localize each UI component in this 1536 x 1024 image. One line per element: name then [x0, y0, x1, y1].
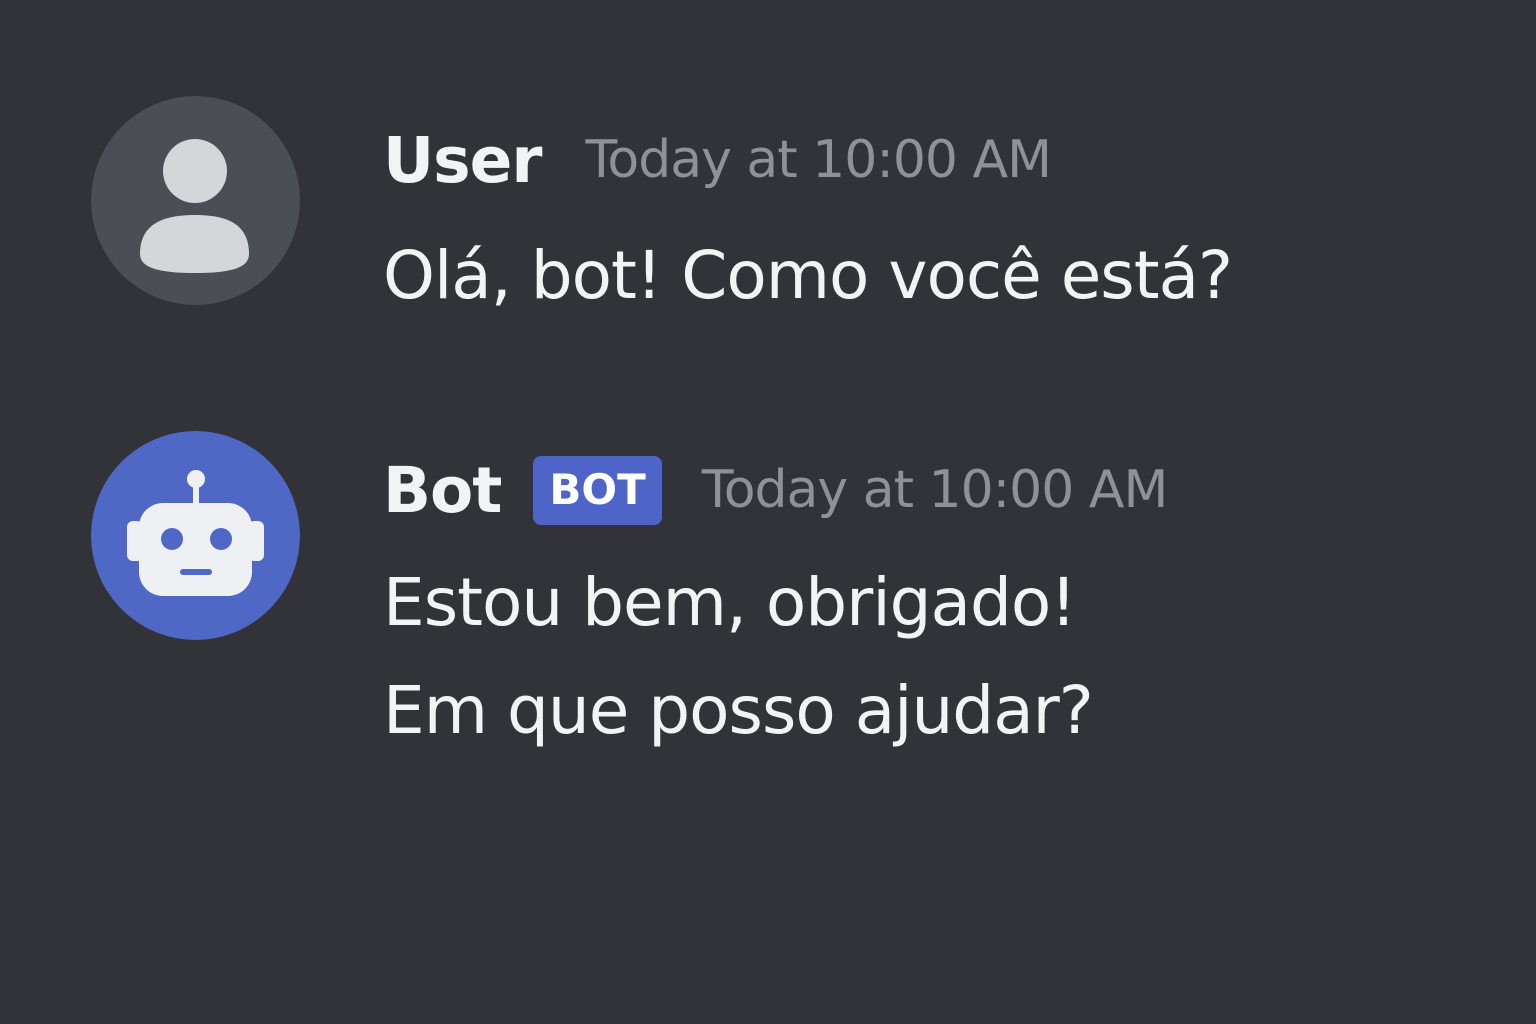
robot-icon [91, 431, 300, 640]
avatar[interactable] [91, 96, 300, 305]
message-header: User Today at 10:00 AM [383, 98, 1483, 222]
message-text-line: Estou bem, obrigado! [383, 564, 1077, 641]
message-text-line: Em que posso ajudar? [383, 672, 1094, 749]
chat-message-list: User Today at 10:00 AM Olá, bot! Como vo… [0, 0, 1536, 1024]
message-content: Bot BOT Today at 10:00 AM Estou bem, obr… [383, 431, 1483, 765]
timestamp: Today at 10:00 AM [585, 130, 1052, 190]
message-content: User Today at 10:00 AM Olá, bot! Como vo… [383, 96, 1483, 330]
username[interactable]: User [383, 129, 542, 192]
user-silhouette-icon [91, 96, 300, 305]
timestamp: Today at 10:00 AM [701, 460, 1169, 520]
username[interactable]: Bot [383, 459, 502, 522]
avatar[interactable] [91, 431, 300, 640]
message-text: Olá, bot! Como você está? [383, 237, 1233, 314]
bot-badge: BOT [533, 455, 662, 525]
message-header: Bot BOT Today at 10:00 AM [383, 431, 1483, 549]
